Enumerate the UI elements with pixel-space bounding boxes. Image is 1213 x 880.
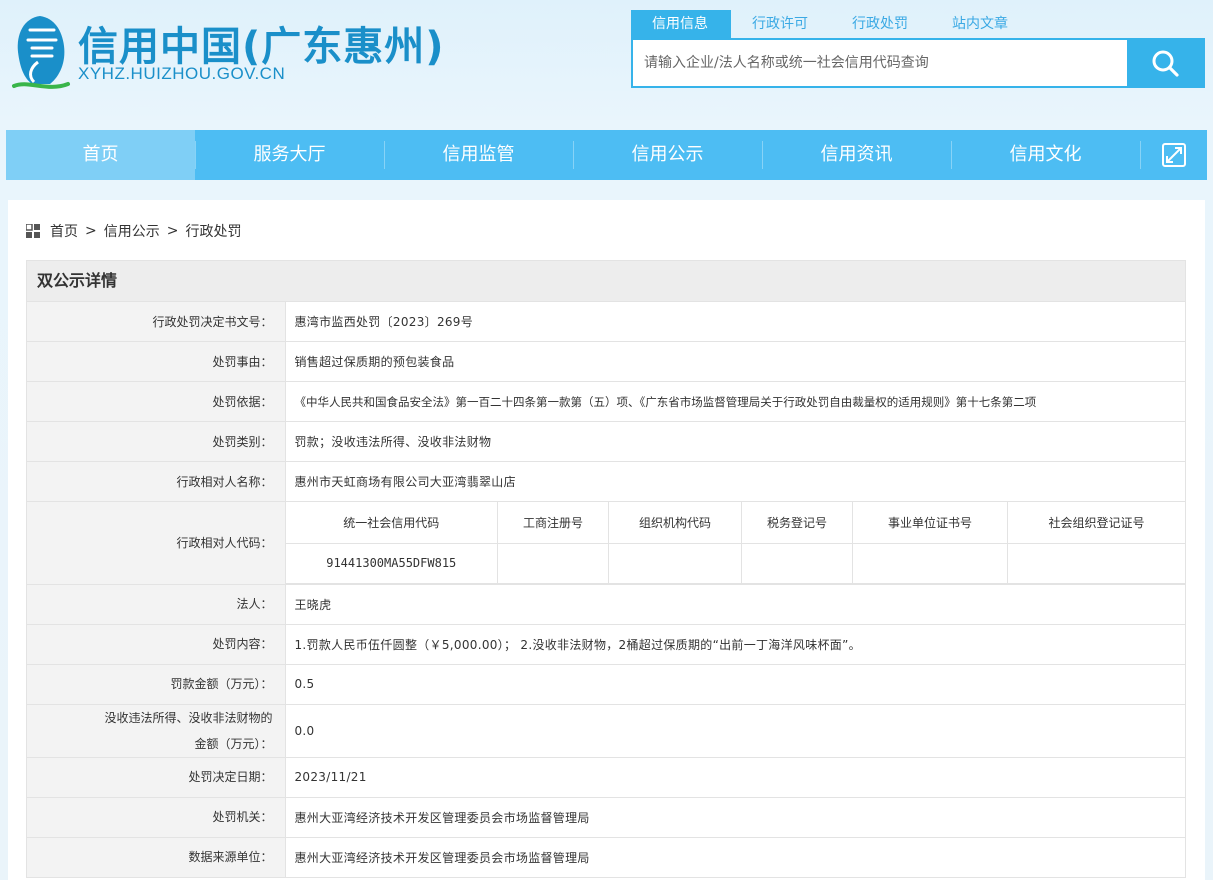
row-label: 处罚内容： [27, 623, 286, 664]
row-label: 处罚类别： [27, 421, 286, 462]
content-card: 首页 > 信用公示 > 行政处罚 双公示详情 行政处罚决定书文号： 惠湾市监西处… [8, 200, 1205, 880]
row-label: 处罚事由： [27, 341, 286, 382]
row-label: 处罚依据： [27, 381, 286, 422]
row-label: 处罚决定日期： [27, 756, 286, 797]
row-value-fine: 0.5 [285, 663, 1185, 704]
row-value-basis: 《中华人民共和国食品安全法》第一百二十四条第一款第（五）项、《广东省市场监督管理… [285, 381, 1185, 422]
row-label: 数据来源单位： [27, 836, 286, 877]
breadcrumb-separator: > [85, 223, 97, 239]
nav-item-credit-news[interactable]: 信用资讯 [762, 130, 951, 180]
table-row: 行政相对人代码： 统一社会信用代码 工商注册号 组织机构代码 税务登记号 事业单… [27, 501, 1185, 584]
table-cell [608, 543, 742, 584]
row-label: 行政相对人代码： [27, 501, 286, 584]
breadcrumb-admin-penalty[interactable]: 行政处罚 [185, 221, 241, 241]
detail-table: 行政处罚决定书文号： 惠湾市监西处罚〔2023〕269号 处罚事由： 销售超过保… [27, 301, 1185, 877]
column-header: 统一社会信用代码 [285, 502, 498, 544]
party-code-table: 统一社会信用代码 工商注册号 组织机构代码 税务登记号 事业单位证书号 社会组织… [285, 502, 1185, 584]
nav-item-credit-culture[interactable]: 信用文化 [951, 130, 1140, 180]
search-box [631, 38, 1205, 88]
table-row: 罚款金额（万元）： 0.5 [27, 663, 1185, 704]
row-value-source: 惠州大亚湾经济技术开发区管理委员会市场监督管理局 [285, 836, 1185, 877]
table-row: 处罚依据： 《中华人民共和国食品安全法》第一百二十四条第一款第（五）项、《广东省… [27, 381, 1185, 422]
table-row: 法人： 王晓虎 [27, 583, 1185, 624]
table-cell [741, 543, 853, 584]
search-tabs: 信用信息 行政许可 行政处罚 站内文章 [631, 10, 1031, 38]
table-cell [497, 543, 609, 584]
nav-item-credit-publicity[interactable]: 信用公示 [573, 130, 762, 180]
panel-title: 双公示详情 [27, 261, 1185, 301]
table-row: 处罚事由： 销售超过保质期的预包装食品 [27, 341, 1185, 382]
row-value-legal-person: 王晓虎 [285, 583, 1185, 624]
search-tab-site-articles[interactable]: 站内文章 [931, 10, 1031, 38]
nav-item-credit-supervision[interactable]: 信用监管 [384, 130, 573, 180]
row-label: 罚款金额（万元）： [27, 663, 286, 704]
nav-item-service-hall[interactable]: 服务大厅 [195, 130, 384, 180]
table-cell [1007, 543, 1185, 584]
row-label: 行政相对人名称： [27, 461, 286, 502]
breadcrumb: 首页 > 信用公示 > 行政处罚 [26, 221, 241, 241]
table-row: 处罚决定日期： 2023/11/21 [27, 756, 1185, 797]
breadcrumb-credit-publicity[interactable]: 信用公示 [104, 221, 160, 241]
search-tab-admin-penalty[interactable]: 行政处罚 [831, 10, 931, 38]
credit-china-logo-icon[interactable] [10, 12, 72, 92]
row-value-reason: 销售超过保质期的预包装食品 [285, 341, 1185, 382]
search-tab-admin-license[interactable]: 行政许可 [731, 10, 831, 38]
row-value-party-name: 惠州市天虹商场有限公司大亚湾翡翠山店 [285, 461, 1185, 502]
column-header: 税务登记号 [741, 502, 853, 544]
table-row: 统一社会信用代码 工商注册号 组织机构代码 税务登记号 事业单位证书号 社会组织… [285, 502, 1185, 544]
party-code-cell: 统一社会信用代码 工商注册号 组织机构代码 税务登记号 事业单位证书号 社会组织… [285, 501, 1185, 584]
table-row: 没收违法所得、没收非法财物的 金额（万元）： 0.0 [27, 703, 1185, 757]
row-value-category: 罚款；没收违法所得、没收非法财物 [285, 421, 1185, 462]
breadcrumb-home[interactable]: 首页 [50, 221, 78, 241]
row-value-authority: 惠州大亚湾经济技术开发区管理委员会市场监督管理局 [285, 796, 1185, 837]
row-label: 没收违法所得、没收非法财物的 金额（万元）： [27, 703, 286, 757]
search-icon [1152, 50, 1179, 77]
row-value-date: 2023/11/21 [285, 756, 1185, 797]
search-input[interactable] [633, 40, 1127, 86]
column-header: 社会组织登记证号 [1007, 502, 1185, 544]
row-value-confiscation: 0.0 [285, 703, 1185, 757]
nav-item-home[interactable]: 首页 [6, 130, 195, 180]
table-row: 行政处罚决定书文号： 惠湾市监西处罚〔2023〕269号 [27, 301, 1185, 342]
search-tab-credit-info[interactable]: 信用信息 [631, 10, 731, 38]
row-value-content: 1.罚款人民币伍仟圆整（￥5,000.00）； 2.没收非法财物，2桶超过保质期… [285, 623, 1185, 664]
main-nav: 首页 服务大厅 信用监管 信用公示 信用资讯 信用文化 [6, 130, 1207, 180]
row-value-decision-no: 惠湾市监西处罚〔2023〕269号 [285, 301, 1185, 342]
site-url: XYHZ.HUIZHOU.GOV.CN [78, 64, 286, 83]
credit-code-value: 91441300MA55DFW815 [285, 543, 498, 584]
breadcrumb-separator: > [166, 223, 179, 239]
table-row: 91441300MA55DFW815 [285, 543, 1185, 584]
table-row: 行政相对人名称： 惠州市天虹商场有限公司大亚湾翡翠山店 [27, 461, 1185, 502]
table-row: 数据来源单位： 惠州大亚湾经济技术开发区管理委员会市场监督管理局 [27, 836, 1185, 877]
grid-icon [26, 224, 40, 238]
row-label-line: 金额（万元）： [194, 736, 273, 751]
expand-icon [1161, 143, 1186, 167]
column-header: 组织机构代码 [608, 502, 742, 544]
table-row: 处罚内容： 1.罚款人民币伍仟圆整（￥5,000.00）； 2.没收非法财物，2… [27, 623, 1185, 664]
row-label: 处罚机关： [27, 796, 286, 837]
detail-panel: 双公示详情 行政处罚决定书文号： 惠湾市监西处罚〔2023〕269号 处罚事由：… [26, 260, 1186, 878]
column-header: 工商注册号 [497, 502, 609, 544]
search-button[interactable] [1127, 40, 1203, 86]
table-row: 处罚机关： 惠州大亚湾经济技术开发区管理委员会市场监督管理局 [27, 796, 1185, 837]
row-label-line: 没收违法所得、没收非法财物的 [104, 710, 273, 725]
row-label: 法人： [27, 583, 286, 624]
table-cell [852, 543, 1008, 584]
table-row: 处罚类别： 罚款；没收违法所得、没收非法财物 [27, 421, 1185, 462]
nav-expand-button[interactable] [1140, 130, 1207, 180]
row-label: 行政处罚决定书文号： [27, 301, 286, 342]
column-header: 事业单位证书号 [852, 502, 1008, 544]
